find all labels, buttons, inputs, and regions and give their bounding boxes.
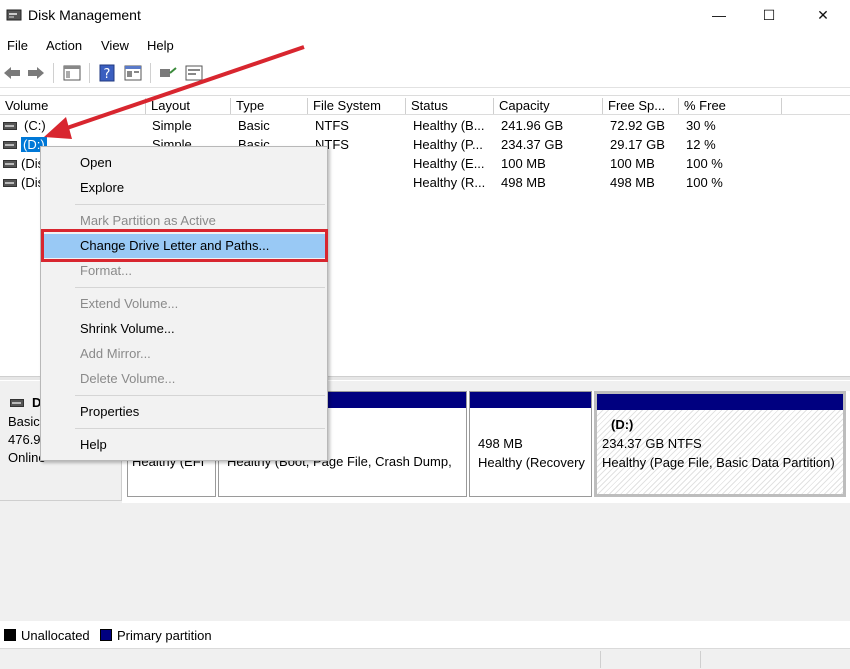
cell-capacity: 241.96 GB — [501, 118, 564, 133]
cell-free-space: 29.17 GB — [610, 137, 665, 152]
legend: Unallocated Primary partition — [0, 626, 850, 646]
partition-d[interactable]: (D:) 234.37 GB NTFS Healthy (Page File, … — [594, 391, 846, 497]
toolbar-separator — [150, 63, 151, 83]
disk-icon — [10, 399, 24, 407]
window-title: Disk Management — [28, 7, 141, 23]
menu-file[interactable]: File — [7, 38, 28, 53]
disk-size: 476.9 — [8, 432, 41, 447]
svg-text:?: ? — [104, 67, 111, 82]
menu-item-mark-active: Mark Partition as Active — [80, 213, 216, 228]
cell-percent-free: 100 % — [686, 175, 723, 190]
status-divider — [700, 651, 701, 668]
close-button[interactable]: ✕ — [796, 0, 850, 30]
cell-file-system: NTFS — [315, 118, 349, 133]
toolbar-separator — [89, 63, 90, 83]
status-divider — [600, 651, 601, 668]
cell-percent-free: 100 % — [686, 156, 723, 171]
cell-percent-free: 12 % — [686, 137, 716, 152]
volume-row-c[interactable]: (C:) Simple Basic NTFS Healthy (B... 241… — [0, 117, 850, 136]
toolbar: ? — [0, 58, 850, 88]
drive-icon — [3, 141, 17, 149]
cell-capacity: 234.37 GB — [501, 137, 564, 152]
column-header-capacity[interactable]: Capacity — [494, 98, 603, 114]
drive-icon — [3, 179, 17, 187]
menu-item-help[interactable]: Help — [80, 437, 107, 452]
cell-free-space: 100 MB — [610, 156, 655, 171]
cell-status: Healthy (R... — [413, 175, 486, 190]
menu-item-extend-volume: Extend Volume... — [80, 296, 179, 311]
context-menu-separator — [75, 204, 325, 205]
column-header-file-system[interactable]: File System — [308, 98, 406, 114]
column-header-layout[interactable]: Layout — [146, 98, 231, 114]
partition-bar — [597, 394, 843, 410]
column-header-percent-free[interactable]: % Free — [679, 98, 782, 114]
menu-view[interactable]: View — [101, 38, 129, 53]
connect-icon[interactable] — [158, 63, 178, 83]
context-menu-separator — [75, 395, 325, 396]
menu-item-delete-volume: Delete Volume... — [80, 371, 176, 386]
forward-icon[interactable] — [26, 63, 46, 83]
menu-bar: File Action View Help — [0, 34, 850, 56]
title-bar: Disk Management — ☐ ✕ — [0, 0, 850, 32]
menu-help[interactable]: Help — [147, 38, 174, 53]
disk-type: Basic — [8, 414, 40, 429]
volume-list-header: Volume Layout Type File System Status Ca… — [0, 95, 850, 115]
partition-status: Healthy (Page File, Basic Data Partition… — [602, 455, 835, 470]
disk-management-app-icon — [6, 9, 22, 21]
partition-size: 498 MB — [478, 436, 523, 451]
cell-free-space: 498 MB — [610, 175, 655, 190]
cell-percent-free: 30 % — [686, 118, 716, 133]
column-header-type[interactable]: Type — [231, 98, 308, 114]
minimize-button[interactable]: — — [692, 0, 746, 30]
column-header-free-space[interactable]: Free Sp... — [603, 98, 679, 114]
partition-recovery[interactable]: 498 MB Healthy (Recovery — [469, 391, 592, 497]
cell-free-space: 72.92 GB — [610, 118, 665, 133]
annotation-highlight-box — [41, 229, 328, 262]
cell-capacity: 498 MB — [501, 175, 546, 190]
legend-label-unallocated: Unallocated — [21, 628, 90, 643]
menu-item-add-mirror: Add Mirror... — [80, 346, 151, 361]
legend-swatch-primary — [100, 629, 112, 641]
help-icon[interactable]: ? — [97, 63, 117, 83]
partition-title: (D:) — [611, 417, 634, 432]
back-icon[interactable] — [2, 63, 22, 83]
menu-item-format: Format... — [80, 263, 133, 278]
column-header-volume[interactable]: Volume — [0, 98, 146, 114]
partition-size: 234.37 GB NTFS — [602, 436, 702, 451]
console-tree-icon[interactable] — [62, 63, 82, 83]
menu-item-explore[interactable]: Explore — [80, 180, 124, 195]
drive-icon — [3, 160, 17, 168]
cell-layout: Simple — [152, 118, 192, 133]
cell-capacity: 100 MB — [501, 156, 546, 171]
partition-bar — [470, 392, 591, 408]
status-bar — [0, 648, 850, 669]
cell-type: Basic — [238, 118, 270, 133]
drive-icon — [3, 122, 17, 130]
partition-status: Healthy (Recovery — [478, 455, 585, 470]
menu-item-open[interactable]: Open — [80, 155, 112, 170]
menu-item-shrink-volume[interactable]: Shrink Volume... — [80, 321, 175, 336]
context-menu-separator — [75, 287, 325, 288]
cell-status: Healthy (P... — [413, 137, 483, 152]
cell-volume: (C:) — [24, 118, 46, 133]
menu-action[interactable]: Action — [46, 38, 82, 53]
toolbar-separator — [53, 63, 54, 83]
cell-status: Healthy (E... — [413, 156, 485, 171]
context-menu-separator — [75, 428, 325, 429]
legend-label-primary: Primary partition — [117, 628, 212, 643]
legend-swatch-unallocated — [4, 629, 16, 641]
context-menu: Open Explore Mark Partition as Active Ch… — [40, 146, 328, 461]
maximize-button[interactable]: ☐ — [742, 0, 796, 30]
view-icon[interactable] — [184, 63, 204, 83]
cell-status: Healthy (B... — [413, 118, 485, 133]
column-header-status[interactable]: Status — [406, 98, 494, 114]
menu-item-properties[interactable]: Properties — [80, 404, 139, 419]
properties-icon[interactable] — [123, 63, 143, 83]
